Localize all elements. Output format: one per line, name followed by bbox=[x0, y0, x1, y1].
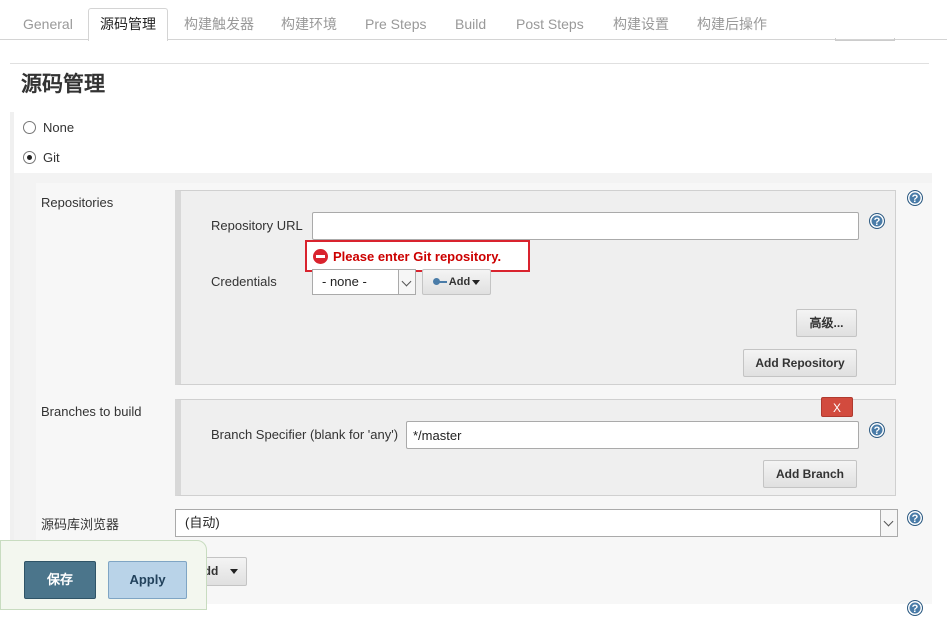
repository-url-error: Please enter Git repository. bbox=[305, 240, 530, 272]
tab-general[interactable]: General bbox=[11, 8, 85, 40]
repository-url-input[interactable] bbox=[312, 212, 859, 240]
tab-scm[interactable]: 源码管理 bbox=[88, 8, 168, 41]
help-icon[interactable]: ? bbox=[869, 422, 885, 438]
tab-build[interactable]: Build bbox=[443, 8, 498, 40]
help-icon[interactable]: ? bbox=[907, 190, 923, 206]
caret-down-icon bbox=[472, 279, 481, 285]
tab-build-environment[interactable]: 构建环境 bbox=[269, 8, 349, 40]
radio-none[interactable] bbox=[23, 121, 36, 134]
credentials-select[interactable]: - none - bbox=[312, 269, 416, 295]
section-title: 源码管理 bbox=[21, 73, 105, 96]
help-icon[interactable]: ? bbox=[907, 600, 923, 616]
credentials-selected-value: - none - bbox=[322, 274, 367, 289]
branch-specifier-label: Branch Specifier (blank for 'any') bbox=[211, 427, 399, 442]
delete-branch-button[interactable]: X bbox=[821, 397, 853, 417]
tab-build-triggers[interactable]: 构建触发器 bbox=[172, 8, 266, 40]
tab-divider bbox=[835, 38, 895, 41]
radio-none-label: None bbox=[43, 120, 75, 135]
advanced-button[interactable]: 高级... bbox=[796, 309, 857, 337]
error-icon bbox=[313, 248, 328, 264]
chevron-down-icon bbox=[880, 510, 897, 536]
scm-option-none[interactable]: None bbox=[23, 120, 74, 135]
branch-specifier-input[interactable] bbox=[406, 421, 859, 449]
tab-build-settings[interactable]: 构建设置 bbox=[601, 8, 681, 40]
add-repository-button[interactable]: Add Repository bbox=[743, 349, 857, 377]
add-credentials-label: Add bbox=[448, 276, 471, 288]
error-message: Please enter Git repository. bbox=[333, 248, 502, 264]
repository-browser-label: 源码库浏览器 bbox=[41, 517, 120, 532]
add-credentials-button[interactable]: Add bbox=[422, 269, 491, 295]
caret-down-icon bbox=[230, 569, 239, 575]
repository-browser-select[interactable]: (自动) bbox=[175, 509, 898, 537]
save-button[interactable]: 保存 bbox=[24, 561, 96, 599]
credentials-label: Credentials bbox=[211, 274, 277, 289]
repositories-label: Repositories bbox=[41, 195, 114, 210]
help-icon[interactable]: ? bbox=[869, 213, 885, 229]
tab-pre-steps[interactable]: Pre Steps bbox=[353, 8, 438, 40]
repository-url-label: Repository URL bbox=[211, 218, 303, 233]
radio-git-label: Git bbox=[43, 150, 60, 165]
scm-option-git[interactable]: Git bbox=[23, 150, 60, 165]
apply-button[interactable]: Apply bbox=[108, 561, 187, 599]
tab-post-steps[interactable]: Post Steps bbox=[504, 8, 596, 40]
section-divider bbox=[10, 63, 929, 64]
chevron-down-icon bbox=[398, 270, 415, 294]
help-icon[interactable]: ? bbox=[907, 510, 923, 526]
tab-post-build-actions[interactable]: 构建后操作 bbox=[685, 8, 779, 40]
repository-browser-value: (自动) bbox=[185, 515, 220, 530]
radio-git[interactable] bbox=[23, 151, 36, 164]
branches-label: Branches to build bbox=[41, 404, 142, 419]
config-tabs: General 源码管理 构建触发器 构建环境 Pre Steps Build … bbox=[0, 0, 947, 41]
key-icon bbox=[432, 278, 447, 286]
add-branch-button[interactable]: Add Branch bbox=[763, 460, 857, 488]
